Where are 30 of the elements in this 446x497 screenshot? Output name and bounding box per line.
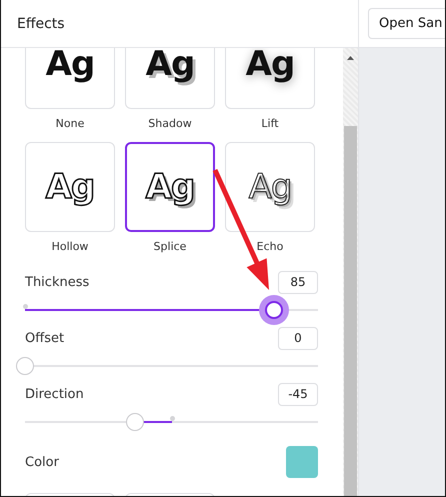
effect-tile[interactable]: Ag bbox=[25, 142, 115, 232]
effect-name: Echo bbox=[256, 240, 284, 253]
slider-label: Direction bbox=[25, 386, 84, 402]
font-dropdown[interactable]: Open San bbox=[368, 8, 445, 39]
effect-preview: Ag bbox=[46, 167, 94, 207]
value-field[interactable]: -45 bbox=[278, 382, 318, 406]
effect-tile[interactable]: Ag bbox=[125, 48, 215, 109]
effect-preview: Ag bbox=[246, 48, 294, 84]
scrollbar-thumb[interactable] bbox=[344, 126, 357, 496]
effect-tile[interactable]: Ag bbox=[125, 142, 215, 232]
effect-preview: Ag bbox=[146, 167, 194, 207]
slider-label: Offset bbox=[25, 330, 64, 346]
color-label: Color bbox=[25, 454, 59, 470]
color-swatch[interactable] bbox=[286, 446, 318, 478]
effect-name: Splice bbox=[154, 240, 186, 253]
effect-name: Hollow bbox=[52, 240, 88, 253]
effect-tile[interactable]: Ag bbox=[225, 48, 315, 109]
effect-name: Shadow bbox=[148, 117, 192, 130]
effect-tile[interactable]: Ag bbox=[225, 142, 315, 232]
effect-preview: Ag bbox=[248, 167, 292, 207]
effect-preview: Ag bbox=[46, 48, 94, 84]
slider-label: Thickness bbox=[25, 274, 90, 290]
effect-tile[interactable]: Ag bbox=[25, 48, 115, 109]
effect-preview: Ag bbox=[146, 48, 194, 84]
effect-name: Lift bbox=[261, 117, 279, 130]
panel-title: Effects bbox=[17, 16, 65, 32]
scroll-up-icon[interactable] bbox=[347, 56, 354, 60]
value-field[interactable]: 0 bbox=[278, 326, 318, 350]
effect-name: None bbox=[56, 117, 84, 130]
value-field[interactable]: 85 bbox=[278, 270, 318, 294]
